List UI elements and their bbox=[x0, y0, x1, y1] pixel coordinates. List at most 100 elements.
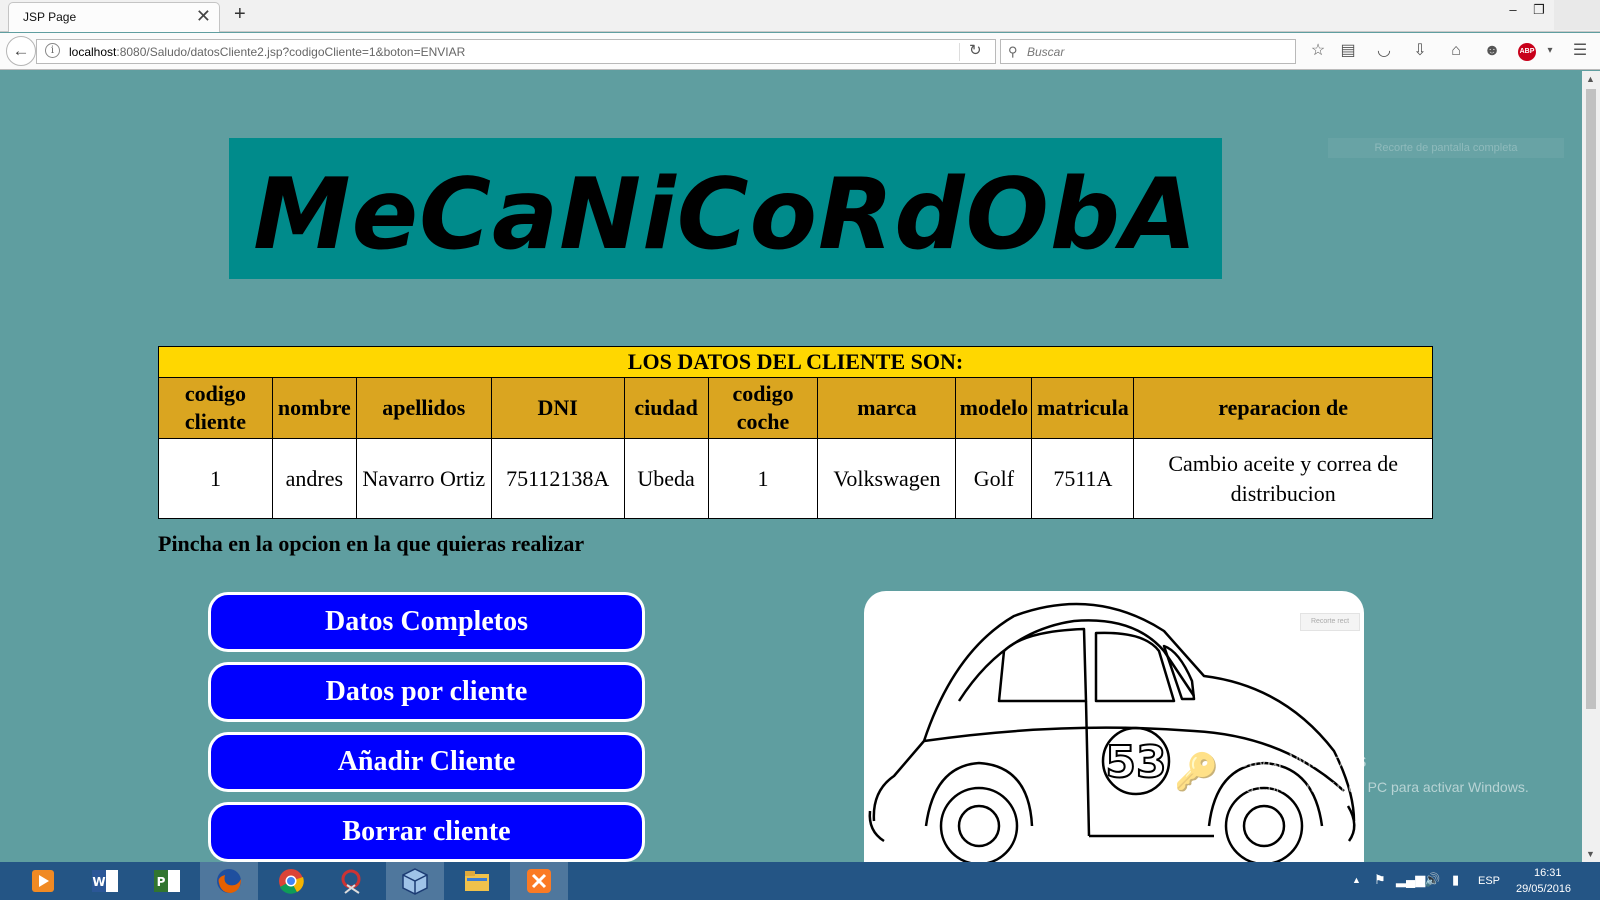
window-close-button[interactable] bbox=[1554, 0, 1600, 30]
cell-apellidos: Navarro Ortiz bbox=[355, 438, 492, 519]
key-icon: 🔑 bbox=[1174, 751, 1219, 792]
anadir-cliente-button[interactable]: Añadir Cliente bbox=[208, 732, 645, 792]
header-codigo-cliente: codigo cliente bbox=[158, 377, 273, 439]
cell-codigo-coche: 1 bbox=[707, 438, 819, 519]
header-modelo: modelo bbox=[955, 377, 1033, 439]
snipping-glyph bbox=[341, 869, 361, 894]
car-illustration: 53 Recorte rect bbox=[864, 591, 1364, 862]
bookmark-star-icon[interactable]: ☆ bbox=[1306, 39, 1330, 63]
chrome-glyph bbox=[279, 869, 304, 894]
watermark-subtitle: Ve a Configuración de PC para activar Wi… bbox=[1226, 779, 1529, 795]
chrome-icon[interactable] bbox=[262, 862, 320, 900]
new-tab-button[interactable]: + bbox=[234, 3, 246, 26]
chat-icon[interactable]: ☻ bbox=[1480, 39, 1504, 63]
options-prompt: Pincha en la opcion en la que quieras re… bbox=[158, 531, 585, 556]
header-apellidos: apellidos bbox=[355, 377, 492, 439]
tab-bar: JSP Page ✕ + – ❐ bbox=[0, 0, 1600, 32]
firefox-glyph bbox=[217, 869, 241, 893]
page-content: MeCaNiCoRdObA Recorte de pantalla comple… bbox=[0, 71, 1582, 862]
scroll-thumb[interactable] bbox=[1586, 89, 1596, 709]
header-dni: DNI bbox=[490, 377, 625, 439]
header-matricula: matricula bbox=[1031, 377, 1135, 439]
site-title: MeCaNiCoRdObA bbox=[253, 158, 1198, 272]
adblock-icon[interactable]: ABP bbox=[1518, 43, 1536, 61]
datos-por-cliente-button[interactable]: Datos por cliente bbox=[208, 662, 645, 722]
page-scrollbar[interactable]: ▲ ▼ bbox=[1582, 71, 1600, 862]
navigation-bar: ← i localhost:8080/Saludo/datosCliente2.… bbox=[0, 33, 1600, 70]
header-ciudad: ciudad bbox=[623, 377, 709, 439]
xampp-glyph bbox=[527, 869, 551, 893]
menu-icon[interactable]: ☰ bbox=[1568, 39, 1592, 63]
project-glyph: P bbox=[154, 870, 180, 892]
windows-taskbar: W P ▲ ⚑ ▂▄▆ 🔊 ▮ ESP 16:31 29/05/2016 bbox=[0, 862, 1600, 900]
url-path: :8080/Saludo/datosCliente2.jsp?codigoCli… bbox=[116, 45, 466, 59]
url-separator bbox=[959, 43, 960, 61]
close-tab-icon[interactable]: ✕ bbox=[196, 6, 211, 27]
tray-expand-icon[interactable]: ▲ bbox=[1352, 875, 1361, 885]
cell-codigo-cliente: 1 bbox=[158, 438, 273, 519]
svg-text:P: P bbox=[157, 875, 166, 889]
snipping-tool-icon[interactable] bbox=[324, 862, 382, 900]
cell-reparacion: Cambio aceite y correa de distribucion bbox=[1133, 438, 1433, 519]
header-marca: marca bbox=[817, 377, 957, 439]
media-player-glyph bbox=[32, 870, 54, 892]
scroll-down-icon[interactable]: ▼ bbox=[1586, 849, 1595, 859]
clock-date[interactable]: 29/05/2016 bbox=[1516, 883, 1571, 895]
beetle-car-drawing: 53 bbox=[868, 602, 1356, 862]
home-icon[interactable]: ⌂ bbox=[1444, 39, 1468, 63]
explorer-glyph bbox=[465, 871, 489, 891]
site-banner: MeCaNiCoRdObA bbox=[229, 138, 1222, 279]
search-placeholder: Buscar bbox=[1027, 45, 1065, 59]
firefox-icon[interactable] bbox=[200, 862, 258, 900]
word-icon[interactable]: W bbox=[76, 862, 134, 900]
cell-nombre: andres bbox=[271, 438, 357, 519]
file-explorer-icon[interactable] bbox=[448, 862, 506, 900]
watermark-title: Activar Windows bbox=[1226, 751, 1367, 772]
battery-icon[interactable]: ▮ bbox=[1452, 872, 1459, 888]
download-icon[interactable]: ⇩ bbox=[1408, 39, 1432, 63]
adblock-dropdown-icon[interactable]: ▾ bbox=[1538, 39, 1562, 63]
tab-title: JSP Page bbox=[23, 10, 77, 24]
url-host: localhost bbox=[69, 45, 117, 59]
volume-icon[interactable]: 🔊 bbox=[1424, 872, 1440, 888]
screenshot-tool-overlay: Recorte de pantalla completa bbox=[1328, 138, 1564, 158]
address-bar[interactable]: i localhost:8080/Saludo/datosCliente2.js… bbox=[36, 39, 996, 64]
borrar-cliente-button[interactable]: Borrar cliente bbox=[208, 802, 645, 862]
table-row: 1 andres Navarro Ortiz 75112138A Ubeda 1… bbox=[158, 438, 1433, 519]
table-caption: LOS DATOS DEL CLIENTE SON: bbox=[158, 346, 1433, 378]
cell-marca: Volkswagen bbox=[817, 438, 957, 519]
back-button[interactable]: ← bbox=[6, 36, 36, 66]
client-data-table: LOS DATOS DEL CLIENTE SON: codigo client… bbox=[158, 346, 1433, 519]
pocket-icon[interactable]: ◡ bbox=[1372, 39, 1396, 63]
search-icon: ⚲ bbox=[1008, 44, 1018, 59]
media-player-icon[interactable] bbox=[14, 862, 72, 900]
header-reparacion: reparacion de bbox=[1133, 377, 1433, 439]
reload-icon[interactable]: ↻ bbox=[969, 41, 982, 59]
restore-icon[interactable]: ❐ bbox=[1522, 2, 1556, 18]
snip-mini-overlay: Recorte rect bbox=[1300, 613, 1360, 631]
cell-modelo: Golf bbox=[955, 438, 1033, 519]
header-nombre: nombre bbox=[271, 377, 357, 439]
scroll-up-icon[interactable]: ▲ bbox=[1586, 74, 1595, 84]
project-icon[interactable]: P bbox=[138, 862, 196, 900]
search-bar[interactable]: ⚲ Buscar bbox=[1000, 39, 1296, 64]
cell-matricula: 7511A bbox=[1031, 438, 1135, 519]
cell-dni: 75112138A bbox=[490, 438, 625, 519]
svg-text:W: W bbox=[92, 875, 105, 889]
clock-time[interactable]: 16:31 bbox=[1534, 867, 1562, 879]
network-icon[interactable]: ▂▄▆ bbox=[1396, 872, 1425, 888]
header-codigo-coche: codigo coche bbox=[707, 377, 819, 439]
virtualbox-glyph bbox=[402, 868, 428, 895]
language-indicator[interactable]: ESP bbox=[1478, 875, 1500, 887]
action-center-icon[interactable]: ⚑ bbox=[1374, 872, 1386, 888]
reading-list-icon[interactable]: ▤ bbox=[1336, 39, 1360, 63]
virtualbox-icon[interactable] bbox=[386, 862, 444, 900]
table-header-row: codigo cliente nombre apellidos DNI ciud… bbox=[158, 377, 1433, 439]
word-glyph: W bbox=[92, 870, 118, 892]
browser-tab[interactable]: JSP Page ✕ bbox=[8, 2, 220, 32]
car-number: 53 bbox=[1105, 737, 1166, 788]
url-text: localhost:8080/Saludo/datosCliente2.jsp?… bbox=[69, 45, 465, 59]
site-info-icon[interactable]: i bbox=[45, 43, 60, 58]
xampp-icon[interactable] bbox=[510, 862, 568, 900]
datos-completos-button[interactable]: Datos Completos bbox=[208, 592, 645, 652]
